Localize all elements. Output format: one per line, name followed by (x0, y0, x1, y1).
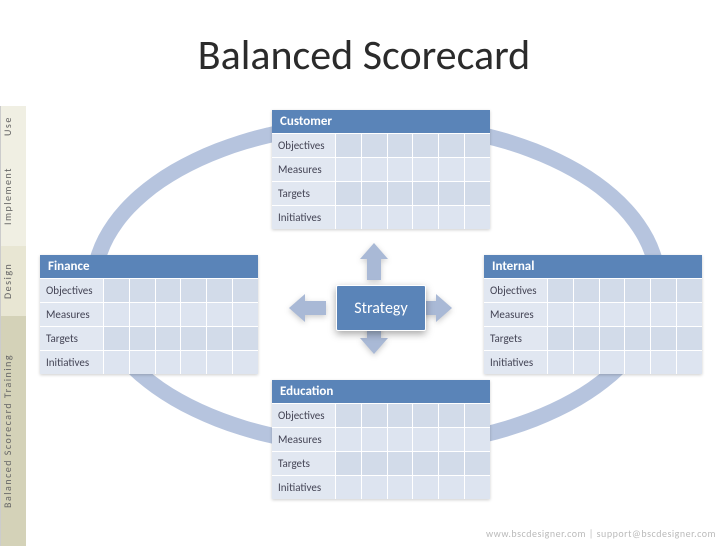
tab-use[interactable]: Use (0, 106, 26, 146)
row-label: Initiatives (484, 351, 548, 374)
row-cells (104, 327, 258, 350)
row-cells (548, 327, 702, 350)
perspective-education: Education Objectives Measures Targets In… (272, 380, 490, 499)
perspective-internal: Internal Objectives Measures Targets Ini… (484, 255, 702, 374)
row-cells (104, 303, 258, 326)
row-label: Objectives (272, 404, 336, 427)
row-cells (336, 182, 490, 205)
perspective-title: Customer (272, 110, 490, 133)
perspective-customer: Customer Objectives Measures Targets Ini… (272, 110, 490, 229)
row-cells (104, 279, 258, 302)
row-cells (104, 351, 258, 374)
side-tabs: Balanced Scorecard Training Design Imple… (0, 0, 26, 546)
row-cells (336, 476, 490, 499)
perspective-title: Internal (484, 255, 702, 278)
row-cells (548, 303, 702, 326)
tab-design[interactable]: Design (0, 246, 26, 316)
row-label: Targets (272, 452, 336, 475)
row-cells (336, 134, 490, 157)
tab-training[interactable]: Balanced Scorecard Training (0, 316, 26, 546)
row-label: Targets (272, 182, 336, 205)
perspective-title: Finance (40, 255, 258, 278)
diagram-canvas: Strategy Customer Objectives Measures Ta… (26, 70, 728, 530)
row-cells (336, 158, 490, 181)
tab-implement[interactable]: Implement (0, 146, 26, 246)
row-label: Objectives (40, 279, 104, 302)
perspective-title: Education (272, 380, 490, 403)
perspective-finance: Finance Objectives Measures Targets Init… (40, 255, 258, 374)
row-cells (548, 279, 702, 302)
row-cells (336, 206, 490, 229)
row-label: Targets (40, 327, 104, 350)
row-cells (548, 351, 702, 374)
row-label: Measures (40, 303, 104, 326)
row-cells (336, 404, 490, 427)
row-cells (336, 428, 490, 451)
row-label: Measures (272, 428, 336, 451)
row-label: Objectives (272, 134, 336, 157)
row-label: Measures (484, 303, 548, 326)
footer-credits: www.bscdesigner.com | support@bscdesigne… (486, 527, 716, 540)
row-label: Initiatives (272, 206, 336, 229)
strategy-center: Strategy (336, 285, 426, 331)
row-label: Initiatives (40, 351, 104, 374)
row-label: Initiatives (272, 476, 336, 499)
row-label: Measures (272, 158, 336, 181)
row-cells (336, 452, 490, 475)
row-label: Objectives (484, 279, 548, 302)
row-label: Targets (484, 327, 548, 350)
